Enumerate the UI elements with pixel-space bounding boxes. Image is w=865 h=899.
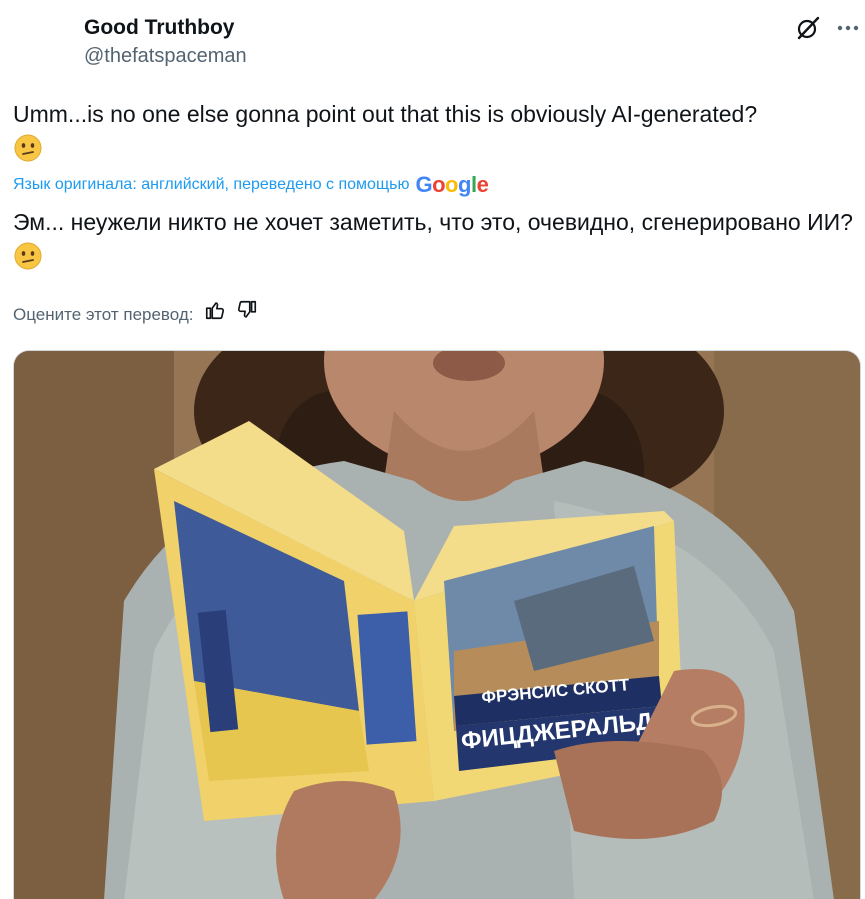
thumbs-down-icon[interactable]: [236, 299, 258, 330]
author-name[interactable]: Good Truthboy: [84, 14, 247, 42]
more-icon[interactable]: [834, 14, 862, 42]
confused-face-emoji: [13, 133, 43, 163]
tweet-text-original: Umm...is no one else gonna point out tha…: [13, 97, 863, 165]
tweet-media-image[interactable]: ФРЭНСИС СКОТТ ФИЦДЖЕРАЛЬД: [13, 350, 861, 899]
thumbs-up-icon[interactable]: [204, 299, 226, 330]
translation-note: Язык оригинала: английский, переведено с…: [13, 172, 489, 198]
original-text: Umm...is no one else gonna point out tha…: [13, 101, 758, 127]
translated-text: Эм... неужели никто не хочет заметить, ч…: [13, 209, 853, 235]
google-logo: Google: [415, 172, 489, 197]
translation-note-text[interactable]: Язык оригинала: английский, переведено с…: [13, 172, 409, 198]
tweet-text-translated: Эм... неужели никто не хочет заметить, ч…: [13, 205, 853, 273]
confused-face-emoji: [13, 241, 43, 271]
rate-label: Оцените этот перевод:: [13, 304, 194, 324]
rate-translation: Оцените этот перевод:: [13, 299, 258, 330]
author-handle[interactable]: @thefatspaceman: [84, 42, 247, 70]
grok-icon[interactable]: [794, 14, 822, 42]
tweet-header: Good Truthboy @thefatspaceman: [84, 14, 247, 70]
